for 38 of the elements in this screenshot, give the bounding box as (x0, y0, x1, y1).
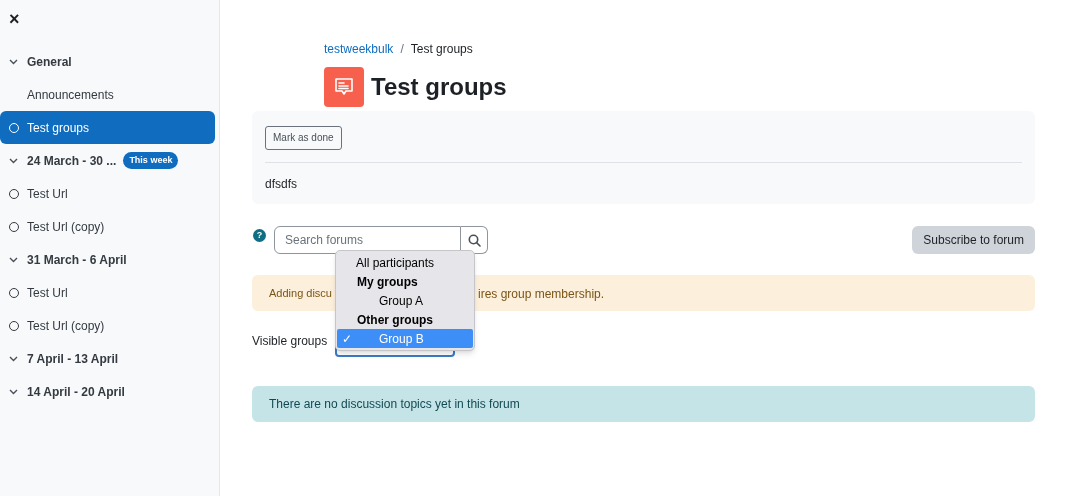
section-link[interactable]: 24 March - 30 ... (27, 151, 117, 170)
activity-item[interactable]: Test Url (copy) (0, 210, 215, 243)
search-icon (467, 233, 481, 247)
activity-description: dfsdfs (265, 178, 298, 190)
dropdown-option[interactable]: All participants (337, 253, 473, 272)
section-link[interactable]: 31 March - 6 April (27, 250, 127, 269)
check-icon: ✓ (342, 329, 352, 348)
breadcrumb-current: Test groups (410, 40, 473, 58)
dropdown-option[interactable]: Group A (337, 291, 473, 310)
search-field[interactable]: Search forums (274, 226, 461, 254)
activity-item[interactable]: Test Url (0, 177, 215, 210)
section-link[interactable]: General (27, 52, 72, 71)
breadcrumb-separator: / (400, 40, 404, 58)
mark-as-done-button[interactable]: Mark as done (265, 126, 342, 150)
breadcrumb-link[interactable]: testweekbulk (324, 39, 394, 58)
section-link[interactable]: 14 April - 20 April (27, 382, 125, 401)
page-title: Test groups (371, 75, 507, 99)
chevron-down-icon[interactable] (9, 58, 18, 65)
visible-groups-label: Visible groups (252, 333, 329, 350)
chevron-down-icon[interactable] (9, 157, 18, 164)
chevron-down-icon[interactable] (9, 256, 18, 263)
option-group-label: Other groups (356, 311, 434, 329)
activity-item[interactable]: Test Url (copy) (0, 309, 215, 342)
this-week-badge: This week (123, 152, 179, 169)
help-icon[interactable]: ? (253, 228, 266, 242)
subscribe-button[interactable]: Subscribe to forum (912, 226, 1035, 254)
activity-item[interactable]: Test groups (0, 111, 215, 144)
chevron-down-icon[interactable] (9, 388, 18, 395)
chevron-down-icon[interactable] (9, 355, 18, 362)
warning-text: ires group membership. (478, 286, 605, 303)
close-button[interactable]: × (8, 10, 21, 28)
activity-item[interactable]: Test Url (0, 276, 215, 309)
warning-text: Adding discu (269, 285, 332, 301)
activity-item[interactable]: Announcements (0, 78, 215, 111)
option-group-label: My groups (356, 273, 419, 291)
section-link[interactable]: 7 April - 13 April (27, 349, 119, 368)
info-alert: There are no discussion topics yet in this forum (252, 386, 1035, 422)
forum-icon (324, 67, 364, 107)
